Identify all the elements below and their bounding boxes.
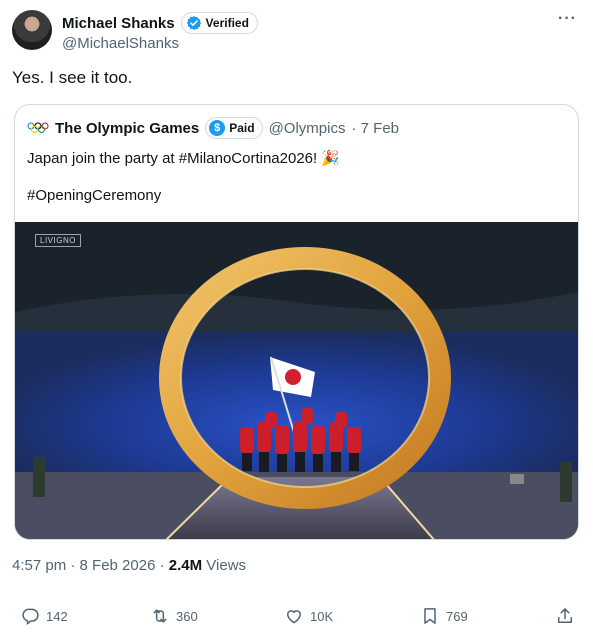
paid-label: Paid — [229, 121, 255, 135]
bookmark-button[interactable]: 769 — [420, 606, 468, 626]
quoted-media-video[interactable]: LIVIGNO — [15, 222, 578, 539]
quoted-text-line1: Japan join the party at #MilanoCortina20… — [27, 150, 341, 167]
bookmark-icon — [424, 608, 436, 624]
avatar[interactable] — [12, 10, 52, 50]
livigno-label: LIVIGNO — [35, 234, 81, 247]
tweet-header: Michael Shanks Verified @MichaelShanks ·… — [12, 8, 581, 56]
action-bar: 142 360 10K 769 — [20, 606, 575, 630]
author-row: Michael Shanks Verified — [62, 12, 258, 34]
tweet-timestamp[interactable]: 4:57 pm · 8 Feb 2026 · — [12, 557, 169, 574]
repost-count: 360 — [176, 608, 198, 624]
dollar-icon: $ — [209, 120, 226, 136]
author-handle[interactable]: @MichaelShanks — [62, 35, 179, 52]
quoted-tweet-header: The Olympic Games $ Paid @Olympics · 7 F… — [27, 117, 399, 139]
views-label: Views — [202, 557, 247, 574]
bookmark-count: 769 — [446, 608, 468, 624]
paid-badge[interactable]: $ Paid — [205, 117, 263, 139]
share-icon — [558, 608, 572, 623]
verified-badge[interactable]: Verified — [180, 12, 258, 34]
quoted-author-name[interactable]: The Olympic Games — [55, 120, 199, 137]
repost-button[interactable]: 360 — [150, 606, 198, 626]
quoted-text-hashtag[interactable]: #OpeningCeremony — [27, 187, 161, 204]
views-count: 2.4M — [168, 557, 203, 574]
quoted-tweet[interactable]: The Olympic Games $ Paid @Olympics · 7 F… — [14, 104, 579, 540]
share-button[interactable] — [555, 606, 575, 626]
olympic-rings-icon — [27, 122, 49, 133]
author-name[interactable]: Michael Shanks — [62, 15, 175, 32]
tweet-text: Yes. I see it too. — [12, 68, 133, 87]
reply-button[interactable]: 142 — [20, 606, 68, 626]
repost-icon — [153, 609, 167, 623]
verified-label: Verified — [205, 16, 249, 30]
like-button[interactable]: 10K — [284, 606, 333, 626]
opening-ceremony-image — [15, 222, 578, 539]
quoted-date[interactable]: · 7 Feb — [351, 120, 399, 137]
like-count: 10K — [310, 608, 334, 624]
quoted-author-handle[interactable]: @Olympics — [269, 120, 346, 137]
verified-check-icon — [186, 16, 201, 30]
heart-icon — [286, 610, 302, 624]
tweet-meta: 4:57 pm · 8 Feb 2026 · 2.4M Views — [12, 557, 246, 574]
more-options-icon[interactable]: ··· — [558, 10, 577, 28]
reply-icon — [22, 608, 39, 625]
reply-count: 142 — [46, 608, 68, 624]
